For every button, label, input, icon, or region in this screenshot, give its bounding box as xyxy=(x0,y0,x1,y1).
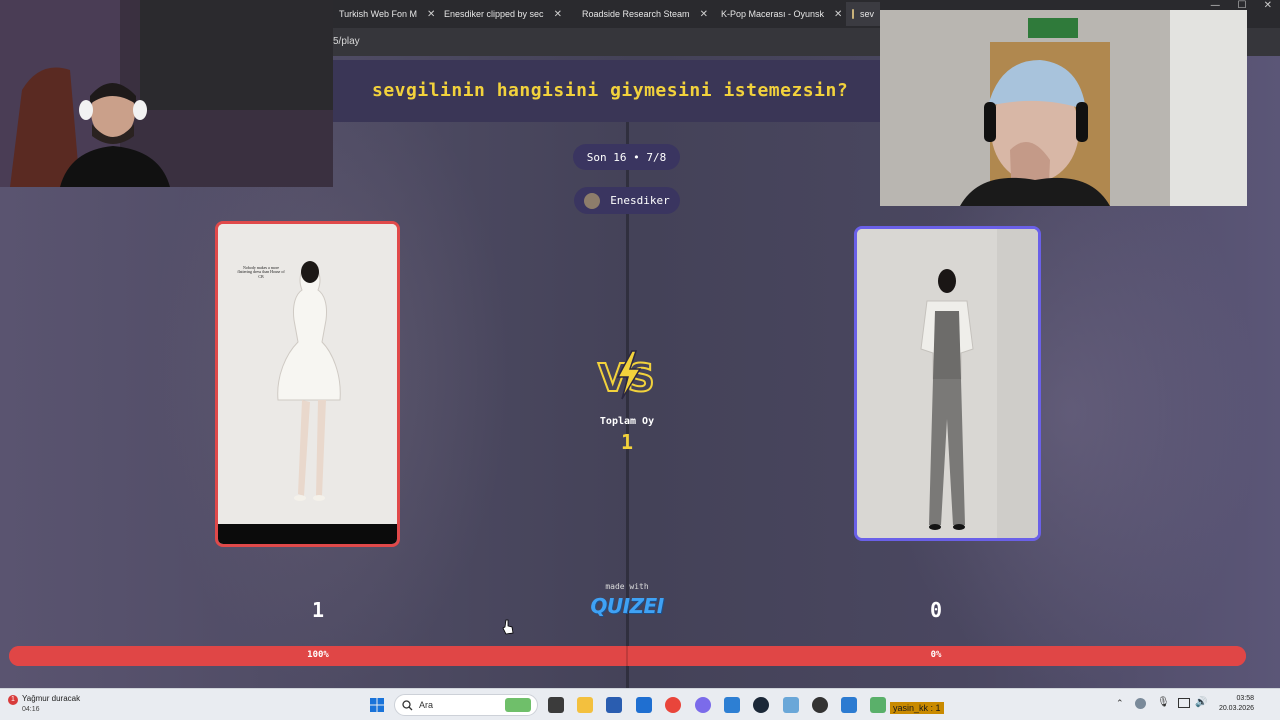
quiz-site-icon xyxy=(852,9,854,19)
quizei-logo[interactable]: QUIZEI xyxy=(577,594,677,618)
option-card-left[interactable]: Nobody makes a more flattering dress tha… xyxy=(215,221,400,547)
photo-caption: Nobody makes a more flattering dress tha… xyxy=(237,265,285,279)
chrome-icon[interactable] xyxy=(665,697,681,713)
chevron-up-icon[interactable]: ⌃ xyxy=(1116,699,1124,709)
tab-label: Roadside Research Steam xyxy=(582,9,690,19)
store-icon[interactable] xyxy=(606,697,622,713)
avatar xyxy=(584,192,601,209)
onedrive-icon[interactable] xyxy=(1135,698,1146,709)
obs-icon[interactable] xyxy=(812,697,828,713)
microphone-icon[interactable]: 🎙 xyxy=(1157,697,1170,708)
taskbar-search-input[interactable]: Ara xyxy=(394,694,538,716)
right-score: 0 xyxy=(929,598,943,622)
tab-label: Enesdiker clipped by sec xyxy=(444,9,544,19)
vote-progress-bar: 100% 0% xyxy=(9,646,1246,666)
tab-label: Turkish Web Fon M xyxy=(339,9,418,19)
app-icon[interactable] xyxy=(870,697,886,713)
left-score: 1 xyxy=(311,598,325,622)
clock-date: 20.03.2026 xyxy=(1218,705,1254,712)
task-view-icon[interactable] xyxy=(548,697,564,713)
webcam-feed xyxy=(880,10,1247,206)
question-title: sevgilinin hangisini giymesini istemezsi… xyxy=(372,80,849,101)
total-votes-value: 1 xyxy=(620,430,634,454)
tab-label: sev xyxy=(859,9,874,19)
steam-icon[interactable] xyxy=(753,697,769,713)
outlook-icon[interactable] xyxy=(636,697,652,713)
weather-time: 04:16 xyxy=(22,706,40,713)
volume-icon[interactable]: 🔊 xyxy=(1195,697,1207,708)
close-window-icon[interactable]: ✕ xyxy=(1264,0,1272,11)
app-icon[interactable] xyxy=(841,697,857,713)
made-with-label: made with xyxy=(605,582,649,591)
clock-time: 03:58 xyxy=(1236,695,1254,702)
search-label: Ara xyxy=(419,700,434,710)
system-clock[interactable]: 03:58 20.03.2026 xyxy=(1219,694,1254,714)
tab-kpop-macerasi[interactable]: K-Pop Macerası - Oyunsk ✕ xyxy=(709,2,843,26)
round-badge: Son 16 • 7/8 xyxy=(573,144,680,170)
webcam-guest xyxy=(880,10,1247,206)
hand-cursor-icon xyxy=(502,619,514,635)
total-votes-label: Toplam Oy xyxy=(599,416,655,427)
player-badge: Enesdiker xyxy=(574,187,680,214)
tab-enesdiker-clipped[interactable]: Enesdiker clipped by sec ✕ xyxy=(432,2,564,26)
progress-divider xyxy=(626,646,628,666)
photos-icon[interactable] xyxy=(783,697,799,713)
taskbar: 1 Yağmur duracak 04:16 Ara yasin_kk : 1 … xyxy=(0,688,1280,720)
weather-title: Yağmur duracak xyxy=(22,694,81,703)
right-percent: 0% xyxy=(930,650,942,660)
notes-icon[interactable] xyxy=(724,697,740,713)
search-highlight-icon xyxy=(505,698,531,712)
search-icon xyxy=(402,700,413,711)
network-icon[interactable] xyxy=(1178,698,1190,708)
tab-turkish-web-fon[interactable]: Turkish Web Fon M ✕ xyxy=(333,2,435,26)
option-card-right[interactable] xyxy=(854,226,1041,541)
webcam-streamer xyxy=(0,0,333,187)
chat-notification: yasin_kk : 1 xyxy=(890,702,944,714)
notification-badge: 1 xyxy=(8,695,18,705)
close-icon[interactable]: ✕ xyxy=(554,9,562,20)
left-percent: 100% xyxy=(307,650,329,660)
player-name: Enesdiker xyxy=(610,194,670,207)
grey-suit-photo xyxy=(857,229,1038,538)
tab-label: K-Pop Macerası - Oyunsk xyxy=(721,9,825,19)
close-icon[interactable]: ✕ xyxy=(700,9,708,20)
discord-icon[interactable] xyxy=(695,697,711,713)
url-text[interactable]: 5/play xyxy=(333,36,360,47)
close-icon[interactable]: ✕ xyxy=(834,9,842,20)
tab-active-quiz[interactable]: sev xyxy=(846,2,880,26)
vs-lightning-icon: VS xyxy=(597,350,656,401)
tab-roadside-research[interactable]: Roadside Research Steam ✕ xyxy=(570,2,708,26)
webcam-feed xyxy=(0,0,333,187)
file-explorer-icon[interactable] xyxy=(577,697,593,713)
windows-start-icon[interactable] xyxy=(369,697,385,713)
